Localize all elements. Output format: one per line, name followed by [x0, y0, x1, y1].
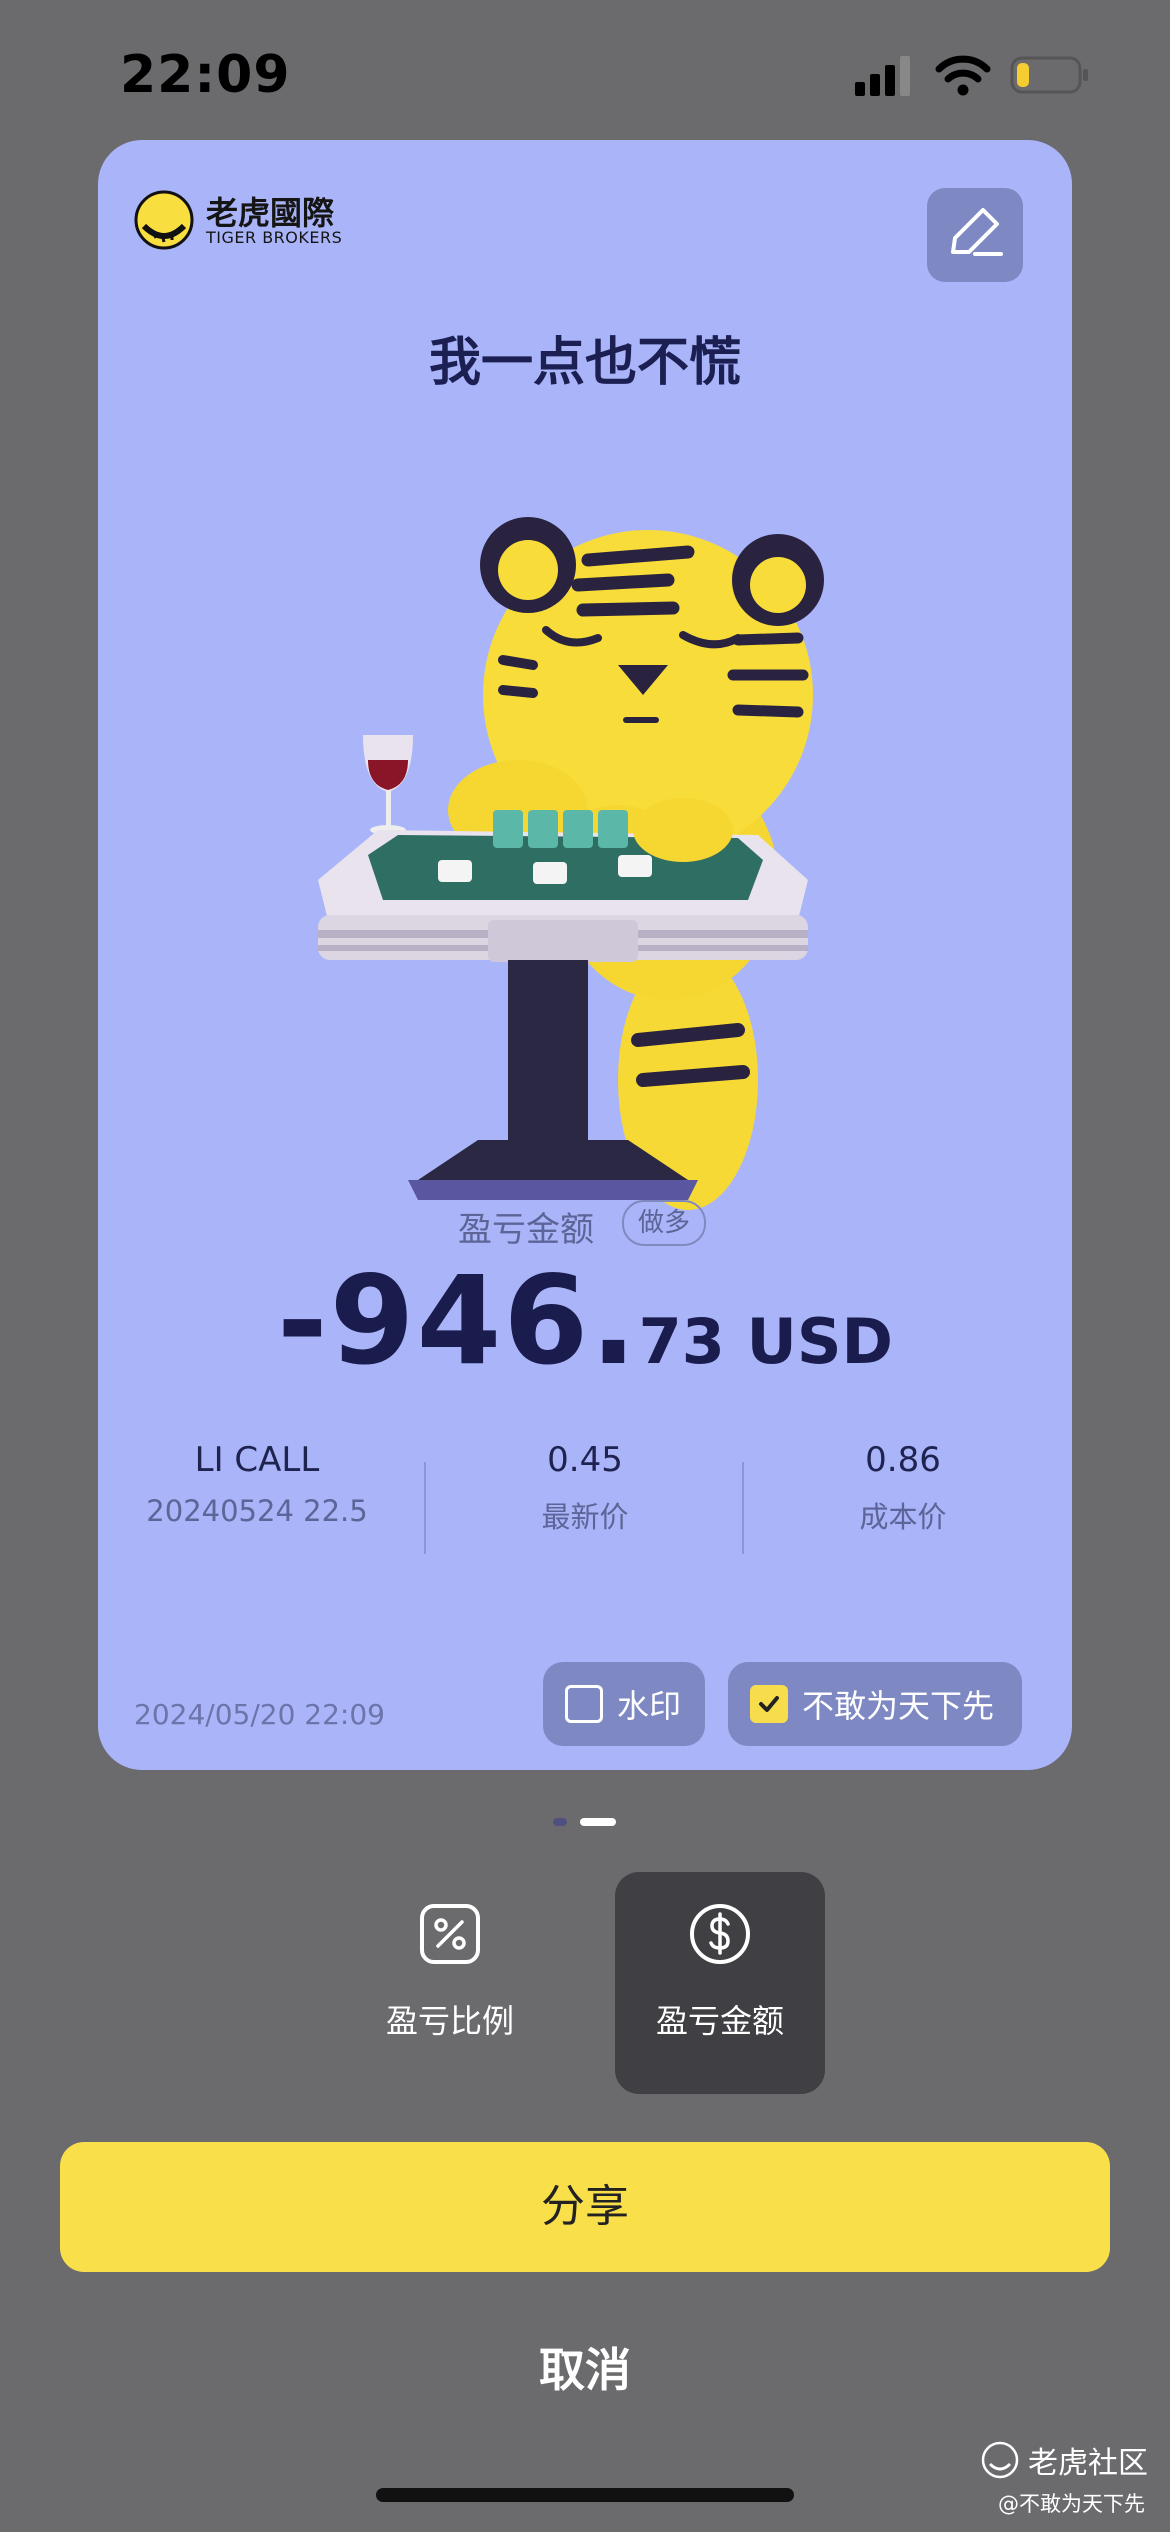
home-indicator[interactable]: [376, 2488, 794, 2502]
page-dot: [553, 1818, 567, 1826]
page-dot-active: [580, 1818, 616, 1826]
community-watermark-user: @不敢为天下先: [998, 2492, 1145, 2516]
brand-name-en: TIGER BROKERS: [206, 228, 343, 247]
pnl-label: 盈亏金额: [458, 1210, 594, 1250]
edit-button[interactable]: [927, 188, 1023, 282]
stat-latest-price: 0.45 最新价: [426, 1440, 744, 1536]
status-time: 22:09: [120, 45, 291, 105]
username-toggle[interactable]: 不敢为天下先: [728, 1662, 1022, 1746]
stat-instrument: LI CALL 20240524 22.5: [98, 1440, 416, 1528]
share-button[interactable]: 分享: [60, 2142, 1110, 2272]
cost-price-label: 成本价: [859, 1500, 947, 1534]
pnl-amount-int: -946.: [277, 1250, 639, 1392]
tiger-logo-icon: [134, 190, 194, 250]
position-side-badge: 做多: [622, 1200, 707, 1246]
pnl-share-card: 老虎國際 TIGER BROKERS 我一点也不慌 盈亏金额 做多 -946.7…: [98, 140, 1072, 1770]
tab-pnl-amount-label: 盈亏金额: [655, 2002, 784, 2040]
community-watermark-title: 老虎社区: [1028, 2446, 1148, 2481]
watermark-toggle[interactable]: 水印: [543, 1662, 705, 1746]
watermark-toggle-label: 水印: [617, 1687, 682, 1725]
tab-pnl-ratio-label: 盈亏比例: [385, 2002, 514, 2040]
card-timestamp: 2024/05/20 22:09: [134, 1698, 385, 1731]
instrument-name: LI CALL: [194, 1440, 320, 1480]
cancel-button[interactable]: 取消: [0, 2334, 1170, 2400]
latest-price-value: 0.45: [547, 1440, 623, 1480]
latest-price-label: 最新价: [541, 1500, 629, 1534]
edit-pencil-icon: [951, 208, 1003, 256]
cost-price-value: 0.86: [865, 1440, 941, 1480]
checkbox-checked-icon: [750, 1685, 788, 1723]
dollar-icon: [690, 1904, 750, 1964]
stat-cost-price: 0.86 成本价: [744, 1440, 1062, 1536]
card-headline: 我一点也不慌: [428, 333, 741, 393]
pnl-amount: -946.73 USD: [98, 1250, 1072, 1392]
instrument-detail: 20240524 22.5: [146, 1494, 368, 1528]
username-toggle-label: 不敢为天下先: [802, 1687, 995, 1725]
community-logo-icon: [981, 2441, 1019, 2479]
tab-pnl-ratio[interactable]: 盈亏比例: [345, 1872, 555, 2094]
cellular-signal-icon: [855, 56, 910, 96]
checkbox-unchecked-icon: [565, 1685, 603, 1723]
pnl-amount-dec: 73 USD: [638, 1305, 893, 1378]
percent-icon: [420, 1904, 480, 1964]
tab-pnl-amount[interactable]: 盈亏金额: [615, 1872, 825, 2094]
wifi-icon: [935, 55, 991, 96]
tiger-mascot-illustration: [318, 517, 824, 1210]
battery-icon: [1010, 56, 1088, 94]
